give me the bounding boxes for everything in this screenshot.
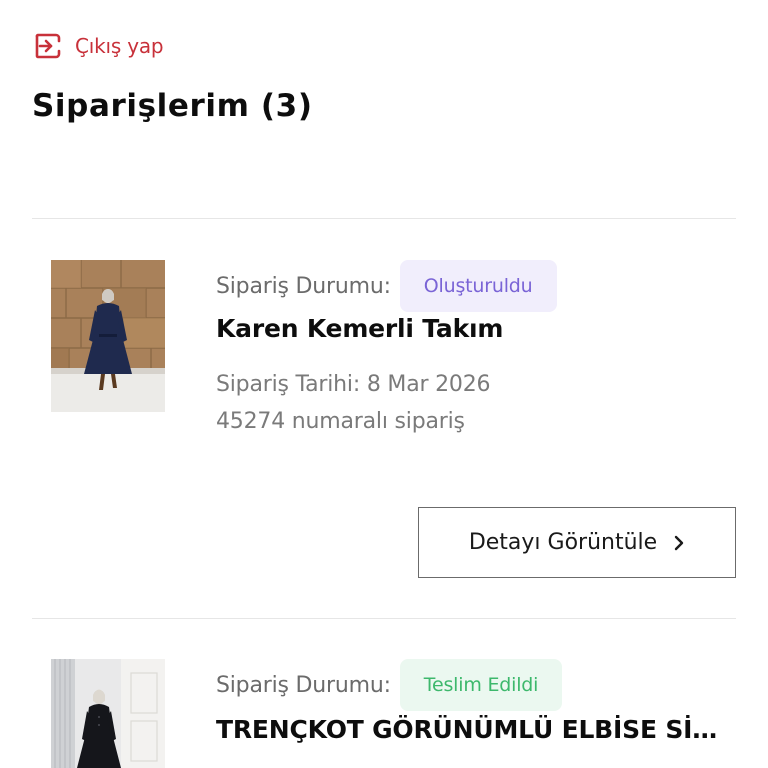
status-label: Sipariş Durumu: [216, 273, 391, 299]
view-detail-label: Detayı Görüntüle [468, 530, 658, 555]
order-date: Sipariş Tarihi: 8 Mar 2026 [216, 372, 491, 397]
order-status-line: Sipariş Durumu: Teslim Edildi [216, 659, 563, 711]
status-badge: Teslim Edildi [399, 659, 563, 711]
divider [32, 218, 736, 219]
logout-link[interactable]: Çıkış yap [34, 32, 164, 60]
order-number: 45274 numaralı sipariş [216, 409, 465, 434]
page-title: Siparişlerim (3) [32, 88, 313, 124]
divider [32, 618, 736, 619]
woman-in-navy-dress-photo [51, 260, 165, 412]
order-thumbnail[interactable] [51, 659, 165, 768]
chevron-right-icon [673, 535, 685, 551]
logout-icon [34, 32, 63, 60]
view-detail-button[interactable]: Detayı Görüntüle [418, 507, 736, 578]
order-thumbnail[interactable] [51, 260, 165, 412]
product-name[interactable]: Karen Kemerli Takım [216, 314, 503, 343]
product-name[interactable]: TRENÇKOT GÖRÜNÜMLÜ ELBİSE SİYAH [216, 715, 728, 744]
logout-label: Çıkış yap [75, 34, 164, 58]
order-status-line: Sipariş Durumu: Oluşturuldu [216, 260, 557, 312]
status-label: Sipariş Durumu: [216, 672, 391, 698]
status-badge: Oluşturuldu [399, 260, 557, 312]
woman-in-black-dress-photo [51, 659, 165, 768]
